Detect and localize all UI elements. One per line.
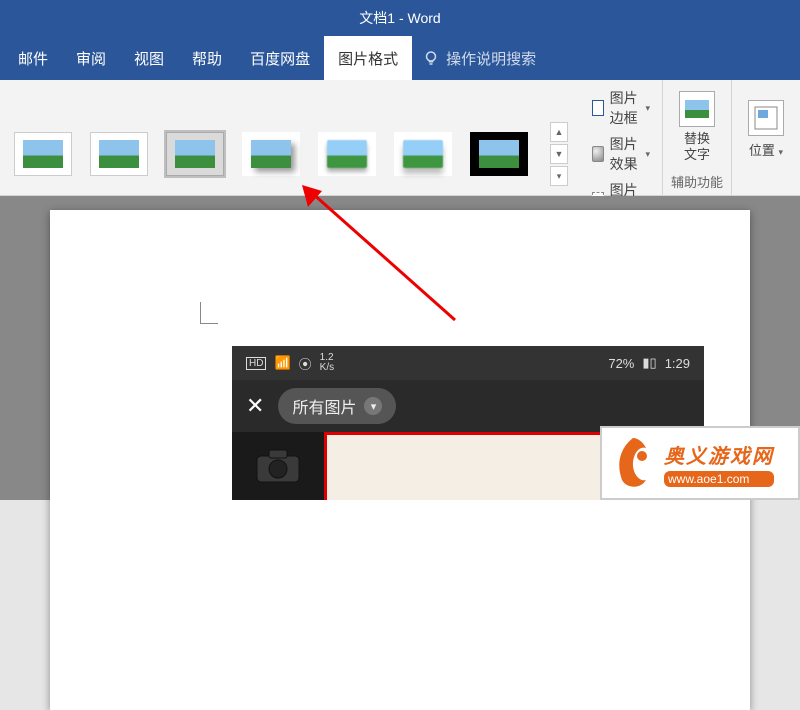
tab-picture-format[interactable]: 图片格式 (324, 36, 412, 80)
ribbon-tabs: 邮件 审阅 视图 帮助 百度网盘 图片格式 操作说明搜索 (0, 36, 800, 80)
picture-border-button[interactable]: 图片边框▾ (592, 88, 650, 128)
watermark: 奥义游戏网 www.aoe1.com (600, 426, 800, 500)
style-thumb-5[interactable] (318, 132, 376, 176)
group-picture-styles: ▲ ▼ ▾ 图片边框▾ 图片效果▾ 图片版式▾ 图片样式◲ (0, 80, 663, 195)
dropdown-icon: ▾ (645, 149, 650, 160)
gallery-scroll: ▲ ▼ ▾ (550, 122, 568, 186)
signal-icon: 📶 (274, 355, 290, 371)
battery-icon: ▮▯ (642, 355, 656, 371)
chevron-down-icon: ▼ (555, 149, 564, 159)
clock: 1:29 (665, 356, 690, 371)
tab-view[interactable]: 视图 (120, 36, 178, 80)
style-thumb-7[interactable] (470, 132, 528, 176)
watermark-logo-icon (610, 434, 656, 492)
wifi-icon: ⦿ (299, 354, 312, 373)
hd-icon: HD (246, 357, 266, 370)
picture-effects-button[interactable]: 图片效果▾ (592, 134, 650, 174)
watermark-title: 奥义游戏网 (664, 440, 774, 469)
phone-status-bar: HD 📶 ⦿ 1.2 K/s 72% ▮▯ 1:29 (232, 346, 704, 380)
style-thumb-1[interactable] (14, 132, 72, 176)
more-icon: ▾ (557, 171, 562, 182)
phone-gallery-header: ✕ 所有图片 ▾ (232, 380, 704, 432)
alt-text-button[interactable]: 替换 文字 (669, 91, 725, 162)
net-speed: 1.2 K/s (320, 353, 334, 373)
cursor-mark-icon (200, 302, 218, 324)
tab-baidu-netdisk[interactable]: 百度网盘 (236, 36, 324, 80)
chevron-up-icon: ▲ (555, 127, 564, 137)
close-icon[interactable]: ✕ (246, 393, 264, 419)
dropdown-icon: ▾ (645, 103, 650, 114)
position-button[interactable]: 位置 ▾ (738, 100, 794, 159)
style-thumb-4[interactable] (242, 132, 300, 176)
window-title: 文档1 - Word (359, 8, 440, 28)
gallery-more-button[interactable]: ▾ (550, 166, 568, 186)
gallery-down-button[interactable]: ▼ (550, 144, 568, 164)
picture-styles-gallery[interactable]: ▲ ▼ ▾ (6, 120, 576, 188)
style-thumb-2[interactable] (90, 132, 148, 176)
border-icon (592, 100, 604, 116)
tab-review[interactable]: 审阅 (62, 36, 120, 80)
group-arrange: 位置 ▾ (732, 80, 800, 195)
chevron-down-icon: ▾ (364, 397, 382, 415)
watermark-url: www.aoe1.com (664, 471, 774, 487)
tab-mail[interactable]: 邮件 (4, 36, 62, 80)
camera-button[interactable] (232, 432, 324, 500)
tab-help[interactable]: 帮助 (178, 36, 236, 80)
tell-me-search[interactable]: 操作说明搜索 (412, 36, 546, 80)
title-bar: 文档1 - Word (0, 0, 800, 36)
battery-percent: 72% (608, 356, 634, 371)
style-thumb-6[interactable] (394, 132, 452, 176)
ribbon: ▲ ▼ ▾ 图片边框▾ 图片效果▾ 图片版式▾ 图片样式◲ 替换 文字 辅助功能 (0, 80, 800, 196)
style-thumb-3[interactable] (166, 132, 224, 176)
effects-icon (592, 146, 604, 162)
lightbulb-icon (422, 49, 440, 67)
group-label-accessibility: 辅助功能 (669, 170, 725, 195)
camera-icon (255, 448, 301, 484)
all-pictures-dropdown[interactable]: 所有图片 ▾ (278, 388, 396, 424)
alt-text-icon (679, 91, 715, 127)
dropdown-icon: ▾ (779, 147, 784, 157)
group-accessibility: 替换 文字 辅助功能 (663, 80, 732, 195)
gallery-up-button[interactable]: ▲ (550, 122, 568, 142)
position-icon (748, 100, 784, 136)
tell-me-label: 操作说明搜索 (446, 48, 536, 69)
